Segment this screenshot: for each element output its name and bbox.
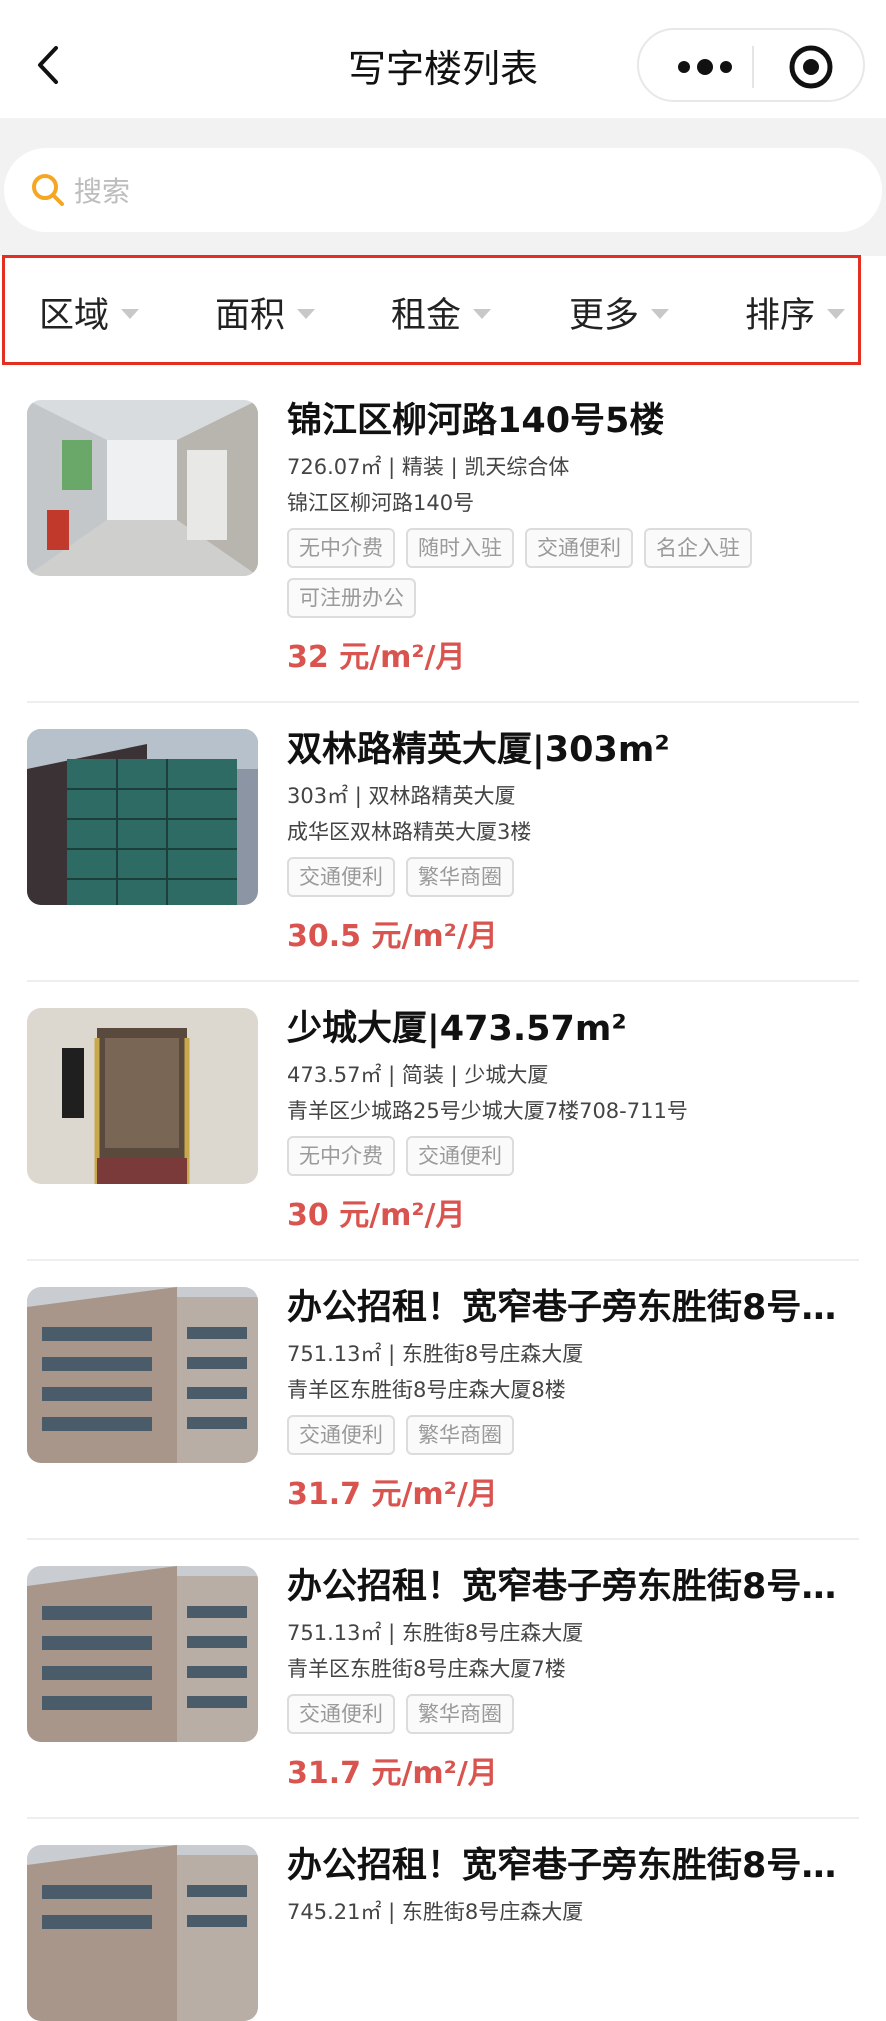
listing-info: 锦江区柳河路140号5楼 726.07㎡ | 精装 | 凯天综合体 锦江区柳河路…	[287, 398, 857, 676]
filter-rent[interactable]: 租金	[391, 288, 492, 336]
listing-photo[interactable]	[27, 1845, 258, 2021]
elevator-photo	[27, 1008, 258, 1184]
divider	[27, 980, 859, 982]
listing-title[interactable]: 办公招租！宽窄巷子旁东胜街8号庄森大厦	[287, 1564, 857, 1610]
glass-tower-photo	[27, 729, 258, 905]
listing-address: 锦江区柳河路140号	[287, 491, 475, 515]
building-photo	[27, 1566, 258, 1742]
building-photo	[27, 1845, 258, 2021]
building-photo	[27, 1287, 258, 1463]
tag: 随时入驻	[406, 528, 514, 568]
listing-meta: 473.57㎡ | 简装 | 少城大厦	[287, 1063, 549, 1087]
divider	[27, 701, 859, 703]
listing-title[interactable]: 办公招租！宽窄巷子旁东胜街8号庄森大厦	[287, 1285, 857, 1331]
listing-title[interactable]: 少城大厦|473.57m²	[287, 1006, 857, 1052]
listing-price: 30.5 元/m²/月	[287, 919, 498, 954]
listing-price: 32 元/m²/月	[287, 640, 466, 675]
divider	[27, 1538, 859, 1540]
tag: 繁华商圈	[406, 1415, 514, 1455]
listing-tags: 无中介费 交通便利	[287, 1136, 847, 1176]
filter-more[interactable]: 更多	[569, 288, 670, 336]
tag: 交通便利	[525, 528, 633, 568]
close-miniprogram-button[interactable]	[787, 43, 835, 91]
filter-label: 租金	[391, 295, 462, 336]
tag: 交通便利	[287, 1694, 395, 1734]
listing-title[interactable]: 双林路精英大厦|303m²	[287, 727, 857, 773]
tag: 交通便利	[406, 1136, 514, 1176]
tag: 交通便利	[287, 1415, 395, 1455]
tag: 交通便利	[287, 857, 395, 897]
search-icon	[32, 174, 64, 206]
filter-bar: 区域 面积 租金 更多 排序	[2, 255, 861, 365]
caret-down-icon	[651, 309, 670, 319]
tag: 繁华商圈	[406, 1694, 514, 1734]
tag: 名企入驻	[644, 528, 752, 568]
nav-bar: 写字楼列表	[0, 0, 886, 118]
listing-meta: 745.21㎡ | 东胜街8号庄森大厦	[287, 1900, 584, 1924]
listing-address: 青羊区东胜街8号庄森大厦8楼	[287, 1378, 566, 1402]
caret-down-icon	[121, 309, 140, 319]
caret-down-icon	[473, 309, 492, 319]
listing-meta: 751.13㎡ | 东胜街8号庄森大厦	[287, 1621, 584, 1645]
listing-info: 办公招租！宽窄巷子旁东胜街8号庄森大厦 751.13㎡ | 东胜街8号庄森大厦 …	[287, 1564, 857, 1792]
listing-photo[interactable]	[27, 1287, 258, 1463]
filter-label: 更多	[569, 295, 640, 336]
listing-info: 双林路精英大厦|303m² 303㎡ | 双林路精英大厦 成华区双林路精英大厦3…	[287, 727, 857, 955]
caret-down-icon	[827, 309, 846, 319]
listing-meta: 303㎡ | 双林路精英大厦	[287, 784, 516, 808]
tag: 无中介费	[287, 1136, 395, 1176]
caret-down-icon	[297, 309, 316, 319]
filter-area[interactable]: 面积	[215, 288, 316, 336]
filter-label: 排序	[745, 295, 816, 336]
listing-info: 少城大厦|473.57m² 473.57㎡ | 简装 | 少城大厦 青羊区少城路…	[287, 1006, 857, 1234]
divider	[27, 1259, 859, 1261]
listing-photo[interactable]	[27, 400, 258, 576]
listing-info: 办公招租！宽窄巷子旁东胜街8号庄森大厦 751.13㎡ | 东胜街8号庄森大厦 …	[287, 1285, 857, 1513]
mini-program-capsule	[637, 28, 865, 102]
listing-info: 办公招租！宽窄巷子旁东胜街8号庄森大厦 745.21㎡ | 东胜街8号庄森大厦	[287, 1843, 857, 1927]
listing-price: 30 元/m²/月	[287, 1198, 466, 1233]
listing-meta: 726.07㎡ | 精装 | 凯天综合体	[287, 455, 570, 479]
listing-tags: 交通便利 繁华商圈	[287, 1694, 847, 1734]
tag: 无中介费	[287, 528, 395, 568]
search-band: 搜索	[0, 118, 886, 256]
listing-tags: 无中介费 随时入驻 交通便利 名企入驻 可注册办公	[287, 528, 847, 618]
listing-price: 31.7 元/m²/月	[287, 1756, 498, 1791]
listing-photo[interactable]	[27, 729, 258, 905]
listing-meta: 751.13㎡ | 东胜街8号庄森大厦	[287, 1342, 584, 1366]
more-button[interactable]	[669, 52, 755, 82]
corridor-photo	[27, 400, 258, 576]
listing-title[interactable]: 办公招租！宽窄巷子旁东胜街8号庄森大厦	[287, 1843, 857, 1889]
listing-photo[interactable]	[27, 1566, 258, 1742]
capsule-divider	[752, 46, 754, 88]
listing-tags: 交通便利 繁华商圈	[287, 857, 847, 897]
filter-sort[interactable]: 排序	[745, 288, 846, 336]
filter-label: 区域	[39, 295, 110, 336]
listing-tags: 交通便利 繁华商圈	[287, 1415, 847, 1455]
listing-price: 31.7 元/m²/月	[287, 1477, 498, 1512]
target-icon	[789, 45, 833, 89]
listing-title[interactable]: 锦江区柳河路140号5楼	[287, 398, 857, 444]
listing-address: 青羊区少城路25号少城大厦7楼708-711号	[287, 1099, 688, 1123]
more-dots-icon	[678, 59, 732, 75]
tag: 可注册办公	[287, 578, 416, 618]
search-input[interactable]: 搜索	[4, 148, 882, 232]
listing-photo[interactable]	[27, 1008, 258, 1184]
tag: 繁华商圈	[406, 857, 514, 897]
divider	[27, 1817, 859, 1819]
filter-label: 面积	[215, 295, 286, 336]
search-placeholder: 搜索	[74, 175, 131, 208]
listing-address: 青羊区东胜街8号庄森大厦7楼	[287, 1657, 566, 1681]
listing-address: 成华区双林路精英大厦3楼	[287, 820, 532, 844]
filter-region[interactable]: 区域	[39, 288, 140, 336]
